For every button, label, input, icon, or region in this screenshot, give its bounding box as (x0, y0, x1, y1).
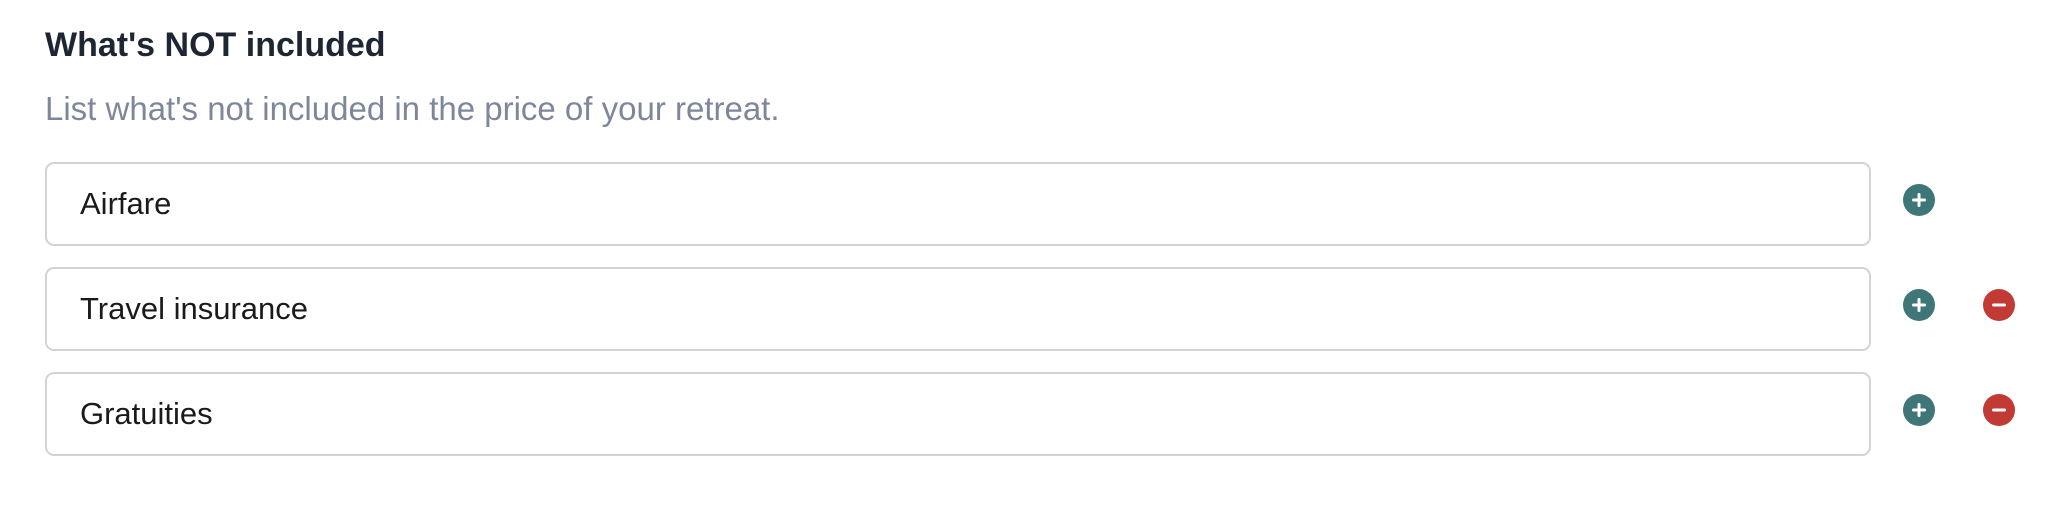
section-title: What's NOT included (45, 26, 386, 64)
remove-item-button[interactable] (1983, 394, 2015, 426)
not-included-item (45, 267, 2025, 351)
plus-icon (1912, 298, 1926, 312)
item-input[interactable] (45, 267, 1871, 351)
not-included-item (45, 162, 2025, 246)
minus-icon (1992, 303, 2006, 307)
plus-icon (1912, 403, 1926, 417)
minus-icon (1992, 408, 2006, 412)
remove-item-button[interactable] (1983, 289, 2015, 321)
add-item-button[interactable] (1903, 289, 1935, 321)
section-subtitle: List what's not included in the price of… (45, 90, 780, 127)
plus-icon (1912, 193, 1926, 207)
not-included-item (45, 372, 2025, 456)
item-input[interactable] (45, 162, 1871, 246)
add-item-button[interactable] (1903, 394, 1935, 426)
add-item-button[interactable] (1903, 184, 1935, 216)
item-input[interactable] (45, 372, 1871, 456)
